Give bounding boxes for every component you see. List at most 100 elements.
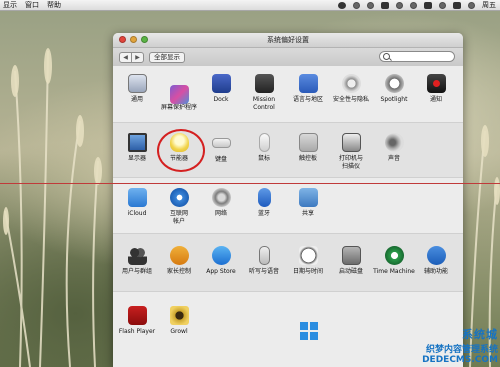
pref-label: Flash Player bbox=[118, 328, 156, 335]
users-icon bbox=[127, 246, 147, 265]
pref-mouse[interactable]: 鼠标 bbox=[243, 133, 285, 163]
watermark: 系统城 织梦内容管理系统 DEDECMS.COM bbox=[300, 322, 498, 365]
nav-buttons: ◀ ▶ bbox=[119, 52, 144, 63]
pref-printers-scanners[interactable]: 打印机与 扫描仪 bbox=[330, 133, 372, 170]
menu-help[interactable]: 帮助 bbox=[47, 0, 61, 10]
pref-accessibility[interactable]: 辅助功能 bbox=[415, 246, 457, 276]
section-system: 用户与群组 家长控制 App Store 听写与语音 日期与时间 启动磁盘 Ti… bbox=[113, 233, 463, 292]
input-method-icon[interactable] bbox=[468, 1, 475, 9]
pref-network[interactable]: 网络 bbox=[200, 188, 242, 218]
pref-spotlight[interactable]: Spotlight bbox=[373, 74, 415, 104]
pref-label: 打印机与 扫描仪 bbox=[338, 155, 363, 170]
windows-logo-icon bbox=[300, 322, 319, 340]
accessibility-icon bbox=[426, 246, 446, 265]
pref-label: 显示器 bbox=[127, 155, 146, 162]
desktop-screensaver-icon bbox=[169, 85, 189, 104]
bluetooth-menu-icon[interactable] bbox=[410, 1, 417, 9]
disk-icon bbox=[341, 246, 361, 265]
pref-label: Spotlight bbox=[380, 96, 408, 103]
title-bar[interactable]: 系统偏好设置 bbox=[113, 33, 463, 48]
volume-icon[interactable] bbox=[439, 1, 446, 9]
sync-icon[interactable] bbox=[367, 1, 374, 9]
pref-users-groups[interactable]: 用户与群组 bbox=[116, 246, 158, 276]
pref-security-privacy[interactable]: 安全性与隐私 bbox=[330, 74, 372, 104]
pref-app-store[interactable]: App Store bbox=[200, 246, 242, 276]
printer-icon bbox=[341, 133, 361, 152]
pref-flash-player[interactable]: Flash Player bbox=[116, 306, 158, 336]
spotlight-icon bbox=[384, 74, 404, 93]
pref-desktop-screensaver[interactable]: 桌面与 屏幕保护程序 bbox=[158, 74, 200, 111]
pref-general[interactable]: 通用 bbox=[116, 74, 158, 104]
close-button[interactable] bbox=[119, 36, 126, 43]
flag-icon bbox=[298, 74, 318, 93]
pref-sharing[interactable]: 共享 bbox=[287, 188, 329, 218]
menu-bar: 显示 窗口 帮助 周五 bbox=[0, 0, 500, 11]
pref-label: 触控板 bbox=[298, 155, 317, 162]
pref-label: 键盘 bbox=[214, 156, 227, 163]
back-button[interactable]: ◀ bbox=[120, 53, 131, 62]
pref-icloud[interactable]: iCloud bbox=[116, 188, 158, 218]
window-title: 系统偏好设置 bbox=[267, 36, 309, 44]
forward-button[interactable]: ▶ bbox=[131, 53, 143, 62]
system-preferences-window: 系统偏好设置 ◀ ▶ 全部显示 通用 桌面与 屏幕保护程序 Dock Missi… bbox=[113, 33, 463, 367]
window-controls bbox=[119, 36, 148, 43]
pref-label: 辅助功能 bbox=[423, 268, 448, 275]
pref-label: 通知 bbox=[429, 96, 442, 103]
pref-label: 安全性与隐私 bbox=[332, 96, 369, 103]
time-machine-icon bbox=[384, 246, 404, 265]
pref-growl[interactable]: Growl bbox=[158, 306, 200, 336]
pref-notifications[interactable]: 通知 bbox=[415, 74, 457, 104]
section-other: Flash Player Growl bbox=[113, 291, 463, 367]
pref-label: Growl bbox=[170, 328, 188, 335]
pref-sound[interactable]: 声音 bbox=[373, 133, 415, 163]
pref-dictation-speech[interactable]: 听写与语音 bbox=[243, 246, 285, 276]
zoom-button[interactable] bbox=[141, 36, 148, 43]
house-lock-icon bbox=[341, 74, 361, 93]
time-machine-menu-icon[interactable] bbox=[396, 1, 403, 9]
globe-icon bbox=[211, 188, 231, 207]
menu-display[interactable]: 显示 bbox=[3, 0, 17, 10]
general-icon bbox=[127, 74, 147, 93]
parental-controls-icon bbox=[169, 246, 189, 265]
menu-clock[interactable]: 周五 bbox=[482, 0, 496, 10]
watermark-title: 系统城 bbox=[462, 328, 498, 341]
pref-internet-accounts[interactable]: 互联网 帐户 bbox=[158, 188, 200, 225]
at-sign-icon bbox=[169, 188, 189, 207]
app-status-icon[interactable] bbox=[353, 1, 360, 9]
pref-dock[interactable]: Dock bbox=[200, 74, 242, 104]
pref-startup-disk[interactable]: 启动磁盘 bbox=[330, 246, 372, 276]
dock-icon bbox=[211, 74, 231, 93]
qq-icon[interactable] bbox=[338, 1, 346, 9]
search-field[interactable] bbox=[379, 51, 455, 62]
pref-keyboard[interactable]: 键盘 bbox=[200, 133, 242, 164]
pref-time-machine[interactable]: Time Machine bbox=[373, 246, 415, 276]
pref-label: 网络 bbox=[214, 210, 227, 217]
speaker-icon bbox=[384, 133, 404, 152]
minimize-button[interactable] bbox=[130, 36, 137, 43]
pref-trackpad[interactable]: 触控板 bbox=[287, 133, 329, 163]
show-all-button[interactable]: 全部显示 bbox=[149, 52, 185, 63]
pref-date-time[interactable]: 日期与时间 bbox=[287, 246, 329, 276]
airplay-icon[interactable] bbox=[381, 1, 389, 9]
pref-label: 声音 bbox=[387, 155, 400, 162]
mission-control-icon bbox=[254, 74, 274, 93]
pref-label: 互联网 帐户 bbox=[169, 210, 188, 225]
pref-label: iCloud bbox=[127, 210, 147, 217]
pref-displays[interactable]: 显示器 bbox=[116, 133, 158, 163]
mouse-icon bbox=[258, 133, 270, 152]
menu-window[interactable]: 窗口 bbox=[25, 0, 39, 10]
pref-parental-controls[interactable]: 家长控制 bbox=[158, 246, 200, 276]
pref-label: 家长控制 bbox=[166, 268, 191, 275]
watermark-subtitle: 织梦内容管理系统 bbox=[425, 345, 498, 355]
clock-icon bbox=[298, 246, 318, 265]
pref-label: 日期与时间 bbox=[292, 268, 323, 275]
pref-label: 共享 bbox=[301, 210, 314, 217]
search-icon bbox=[383, 53, 390, 60]
wifi-icon[interactable] bbox=[424, 1, 432, 9]
growl-icon bbox=[169, 306, 189, 325]
pref-language-region[interactable]: 语言与地区 bbox=[287, 74, 329, 104]
battery-icon[interactable] bbox=[453, 1, 461, 9]
pref-label: 鼠标 bbox=[257, 155, 270, 162]
pref-mission-control[interactable]: Mission Control bbox=[243, 74, 285, 111]
pref-bluetooth[interactable]: 蓝牙 bbox=[243, 188, 285, 218]
